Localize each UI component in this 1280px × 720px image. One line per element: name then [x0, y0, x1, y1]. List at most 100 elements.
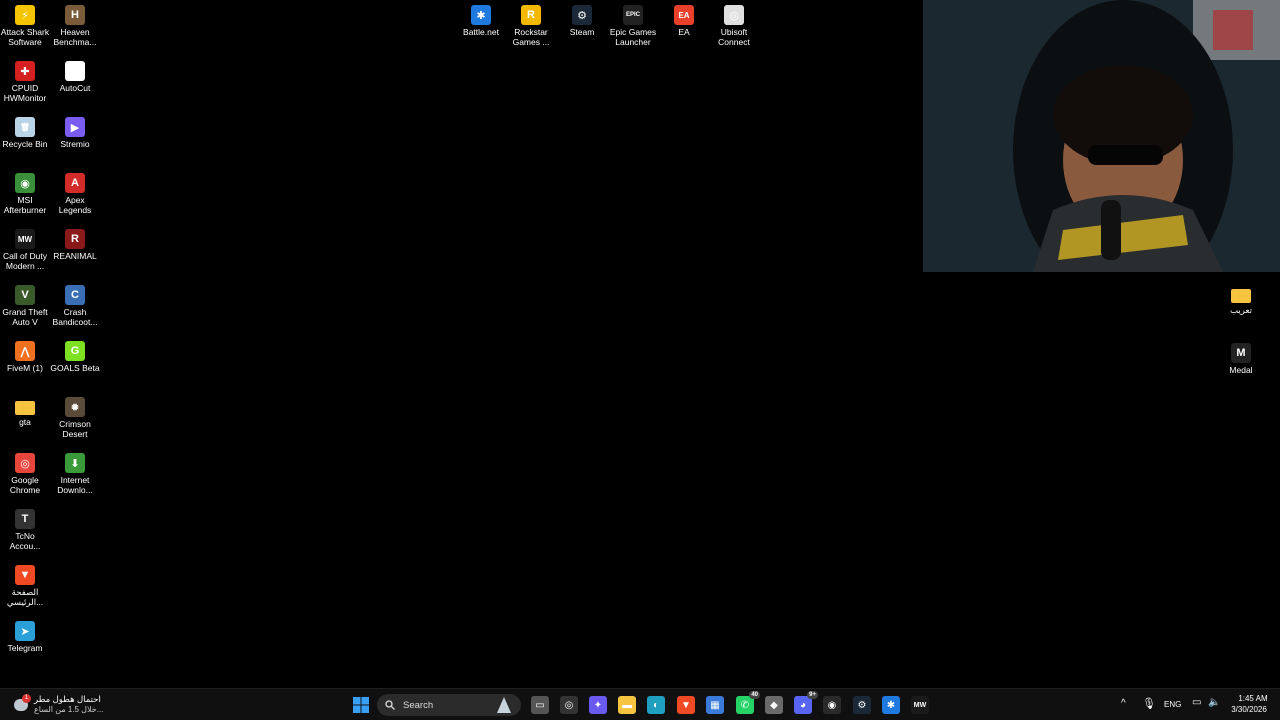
desktop-shortcut-label: الصفحة الرئيسي...	[6, 587, 44, 607]
weather-headline: احتمال هطول مطر	[34, 694, 101, 704]
desktop-shortcut[interactable]: MW Call of Duty Modern ...	[0, 229, 50, 271]
desktop-shortcut[interactable]: ◎ Google Chrome	[0, 453, 50, 495]
desktop-shortcut[interactable]: 🗑 Recycle Bin	[0, 117, 50, 149]
desktop-shortcut-label: Call of Duty Modern ...	[3, 251, 47, 271]
microphone-icon[interactable]: 🎙	[1142, 697, 1156, 710]
telegram-icon: ➤	[15, 621, 35, 641]
attack-shark-icon: ⚡	[15, 5, 35, 25]
desktop-shortcut[interactable]: ✚ CPUID HWMonitor	[0, 61, 50, 103]
taskbar-app-button[interactable]: ✆ 40	[736, 691, 760, 714]
msi-afterburner-icon: ◉	[15, 173, 35, 193]
desktop-shortcut[interactable]: ⋀ FiveM (1)	[0, 341, 50, 373]
desktop-shortcut[interactable]: ➤ Telegram	[0, 621, 50, 653]
desktop-shortcut-label: Telegram	[7, 643, 43, 653]
heaven-benchmark-icon: H	[65, 5, 85, 25]
fivem-icon: ⋀	[15, 341, 35, 361]
desktop-shortcut-label: REANIMAL	[53, 251, 97, 261]
notification-badge: 9+	[807, 691, 818, 699]
desktop-shortcut-label: FiveM (1)	[7, 363, 43, 373]
desktop-shortcut[interactable]: ⚡ Attack Shark Software	[0, 5, 50, 47]
call-of-duty-taskbar-icon: MW	[913, 701, 927, 709]
tcno-taskbar-icon: ◎	[564, 699, 574, 711]
brave-taskbar-icon: ▼	[681, 699, 691, 711]
desktop-shortcut[interactable]: ✱ Battle.net	[456, 5, 506, 37]
network-icon[interactable]: ▭	[1192, 697, 1201, 708]
copilot-icon: ✦	[593, 699, 603, 711]
taskbar-app-button[interactable]: ▭	[531, 696, 549, 714]
desktop-shortcut-label: gta	[19, 417, 31, 427]
desktop-shortcut[interactable]: ⚙ Steam	[557, 5, 607, 37]
taskbar-app-button[interactable]: ⚙	[853, 696, 871, 714]
desktop-shortcut[interactable]: H Heaven Benchma...	[50, 5, 100, 47]
desktop-shortcut[interactable]: ✂ AutoCut	[50, 61, 100, 93]
desktop-shortcut-label: Grand Theft Auto V	[2, 307, 48, 327]
taskbar-app-button[interactable]: ◐	[647, 696, 665, 714]
crash-bandicoot-icon: C	[65, 285, 85, 305]
language-indicator[interactable]: ENG	[1164, 700, 1181, 709]
desktop-shortcut[interactable]: R REANIMAL	[50, 229, 100, 261]
taskbar-app-button[interactable]: ▼	[677, 696, 695, 714]
start-button[interactable]	[352, 696, 370, 714]
desktop-shortcut[interactable]: ▼ الصفحة الرئيسي...	[0, 565, 50, 607]
desktop-shortcut[interactable]: M Medal	[1216, 343, 1266, 375]
desktop-shortcut[interactable]: ▶ Stremio	[50, 117, 100, 149]
clock-time[interactable]: 1:45 AM	[1237, 694, 1269, 703]
desktop-shortcut-label: Epic Games Launcher	[609, 27, 657, 47]
show-hidden-icons-chevron-up-icon[interactable]: ^	[1121, 698, 1126, 709]
steam-taskbar-icon: ⚙	[857, 699, 867, 711]
desktop-shortcut[interactable]: G GOALS Beta	[50, 341, 100, 373]
taskbar-app-button[interactable]: ▦	[706, 696, 724, 714]
gta-v-icon: V	[15, 285, 35, 305]
microsoft-store-icon: ▦	[710, 699, 720, 711]
volume-icon[interactable]: 🔈	[1208, 697, 1220, 708]
internet-download-manager-icon: ⬇	[65, 453, 85, 473]
desktop-shortcut[interactable]: T TcNo Accou...	[0, 509, 50, 551]
desktop-shortcut[interactable]: C Crash Bandicoot...	[50, 285, 100, 327]
battlenet-taskbar-icon: ✱	[886, 699, 896, 711]
taskbar-app-button[interactable]: ▬	[618, 696, 636, 714]
desktop-shortcut[interactable]: ✹ Crimson Desert	[50, 397, 100, 439]
taskbar-app-button[interactable]: ◎	[560, 696, 578, 714]
desktop-shortcut[interactable]: R Rockstar Games ...	[506, 5, 556, 47]
search-placeholder: Search	[403, 699, 434, 711]
desktop-shortcut-label: Medal	[1229, 365, 1253, 375]
desktop-shortcut-label: تعريب	[1230, 305, 1252, 315]
chrome-icon: ◎	[15, 453, 35, 473]
taskbar-app-button[interactable]: MW	[911, 696, 929, 714]
notification-badge: 40	[749, 691, 760, 699]
desktop-shortcut[interactable]: EPIC Epic Games Launcher	[608, 5, 658, 47]
taskbar-search-box[interactable]: Search	[377, 694, 521, 716]
desktop-shortcut-label: Recycle Bin	[2, 139, 48, 149]
folder-icon	[15, 401, 35, 415]
taskbar-app-button[interactable]: ✦	[589, 696, 607, 714]
obs-icon: ◉	[827, 699, 837, 711]
discord-icon: ◕	[799, 699, 807, 711]
desktop-shortcut[interactable]: ⬇ Internet Downlo...	[50, 453, 100, 495]
recycle-bin-icon: 🗑	[15, 117, 35, 137]
taskbar-app-button[interactable]: ◉	[823, 696, 841, 714]
weather-subline: خلال 1.5 من الساع...	[34, 705, 104, 714]
task-view-icon: ▭	[535, 699, 545, 711]
webcam-overlay	[923, 0, 1280, 272]
apex-legends-icon: A	[65, 173, 85, 193]
clock-date[interactable]: 3/30/2026	[1228, 705, 1270, 714]
desktop-shortcut[interactable]: تعريب	[1216, 285, 1266, 315]
desktop-shortcut-label: CPUID HWMonitor	[3, 83, 47, 103]
taskbar-app-button[interactable]: ◆	[765, 696, 783, 714]
taskbar-app-button[interactable]: ✱	[882, 696, 900, 714]
desktop-shortcut-label: EA	[678, 27, 690, 37]
desktop-shortcut[interactable]: A Apex Legends	[50, 173, 100, 215]
taskbar-app-button[interactable]: ◕ 9+	[794, 691, 818, 714]
desktop-shortcut[interactable]: V Grand Theft Auto V	[0, 285, 50, 327]
desktop-shortcut[interactable]: gta	[0, 397, 50, 427]
crimson-desert-icon: ✹	[65, 397, 85, 417]
desktop-shortcut-label: Crash Bandicoot...	[52, 307, 98, 327]
desktop-shortcut[interactable]: EA EA	[659, 5, 709, 37]
desktop-shortcut[interactable]: ◉ MSI Afterburner	[0, 173, 50, 215]
hwmonitor-icon: ✚	[15, 61, 35, 81]
desktop-shortcut-label: Internet Downlo...	[57, 475, 93, 495]
epic-games-icon: EPIC	[623, 5, 643, 25]
roblox-studio-icon: ◆	[770, 699, 778, 711]
call-of-duty-icon: MW	[15, 229, 35, 249]
desktop-shortcut[interactable]: ◎ Ubisoft Connect	[709, 5, 759, 47]
